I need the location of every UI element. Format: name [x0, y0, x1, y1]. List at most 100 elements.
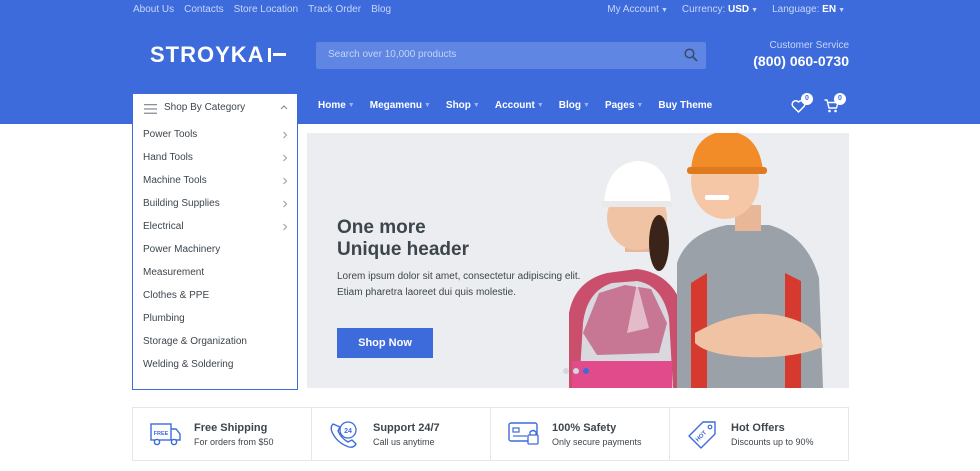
hero-slider: One more Unique header Lorem ipsum dolor…	[307, 133, 849, 388]
category-item-electrical[interactable]: Electrical	[143, 221, 184, 232]
feature-title: Free Shipping	[194, 422, 268, 434]
language-dropdown[interactable]: Language: EN ▼	[772, 4, 845, 15]
category-item-power-machinery[interactable]: Power Machinery	[143, 244, 220, 255]
category-item-clothes-ppe[interactable]: Clothes & PPE	[143, 290, 209, 301]
nav-item-label: Shop	[445, 100, 471, 111]
chevron-down-icon: ▼	[751, 7, 759, 14]
feature-title: 100% Safety	[552, 422, 617, 434]
chevron-right-icon	[283, 154, 288, 162]
site-logo[interactable]: STROYKA	[150, 42, 287, 68]
chevron-right-icon	[283, 200, 288, 208]
customer-service-phone[interactable]: (800) 060-0730	[753, 53, 849, 69]
feature-subtitle: For orders from $50	[194, 437, 274, 447]
category-item-storage-organization[interactable]: Storage & Organization	[143, 336, 247, 347]
nav-item-label: Pages	[604, 100, 635, 111]
nav-item-account[interactable]: Account ▼	[495, 100, 544, 111]
chevron-right-icon	[283, 131, 288, 139]
cart-count-badge: 0	[834, 93, 846, 105]
slider-dot-2[interactable]	[573, 368, 579, 374]
shop-now-button[interactable]: Shop Now	[337, 328, 433, 358]
category-item-machine-tools[interactable]: Machine Tools	[143, 175, 207, 186]
nav-item-home[interactable]: Home ▼	[318, 100, 355, 111]
feature-subtitle: Only secure payments	[552, 437, 642, 447]
nav-item-pages[interactable]: Pages ▼	[605, 100, 643, 111]
feature-hot-offers: HOT Hot Offers Discounts up to 90%	[670, 408, 848, 460]
hero-title: One more Unique header	[337, 217, 537, 261]
my-account-dropdown[interactable]: My Account ▼	[607, 4, 668, 15]
site-header: About Us Contacts Store Location Track O…	[0, 0, 980, 124]
cart-button[interactable]: 0	[824, 93, 846, 118]
wishlist-count-badge: 0	[801, 93, 813, 105]
shop-by-category-label: Shop By Category	[164, 102, 246, 113]
hero-title-line2: Unique header	[337, 239, 469, 260]
hero-text-line1: Lorem ipsum dolor sit amet, consectetur …	[337, 271, 581, 282]
hero-title-line1: One more	[337, 217, 426, 238]
wishlist-button[interactable]: 0	[791, 93, 813, 118]
chevron-down-icon: ▼	[583, 102, 590, 109]
search-bar: Search over 10,000 products	[316, 42, 706, 69]
secure-card-icon	[508, 422, 539, 445]
nav-item-label: Account	[494, 100, 535, 111]
feature-free-shipping: FREE Free Shipping For orders from $50	[133, 408, 312, 460]
category-item-power-tools[interactable]: Power Tools	[143, 129, 197, 140]
main-nav: Home ▼ Megamenu ▼ Shop ▼ Account ▼ Blog ▼ Pag…	[318, 100, 727, 111]
feature-title: Support 24/7	[373, 422, 440, 434]
customer-service-label: Customer Service	[769, 40, 849, 51]
hero-text: Lorem ipsum dolor sit amet, consectetur …	[337, 269, 607, 301]
slider-dots	[563, 368, 589, 374]
nav-item-shop[interactable]: Shop ▼	[446, 100, 480, 111]
logo-mark-icon	[267, 48, 286, 62]
support-24-text: 24	[344, 428, 352, 435]
search-input[interactable]: Search over 10,000 products	[328, 49, 456, 60]
nav-item-label: Buy Theme	[658, 100, 713, 111]
chevron-down-icon: ▼	[472, 102, 480, 109]
feature-subtitle: Call us anytime	[373, 437, 435, 447]
shop-by-category-button[interactable]: Shop By Category	[132, 93, 298, 124]
feature-support: 24 Support 24/7 Call us anytime	[312, 408, 491, 460]
category-item-plumbing[interactable]: Plumbing	[143, 313, 185, 324]
topbar-link-contacts[interactable]: Contacts	[184, 4, 223, 15]
topbar-link-blog[interactable]: Blog	[371, 4, 391, 15]
chevron-down-icon: ▼	[347, 102, 355, 109]
topbar-settings: My Account ▼ Currency: USD ▼ Language: EN ▼	[607, 4, 845, 15]
currency-dropdown[interactable]: Currency: USD ▼	[682, 4, 758, 15]
feature-subtitle: Discounts up to 90%	[731, 437, 814, 447]
features-bar: FREE Free Shipping For orders from $50 2…	[132, 407, 849, 461]
free-badge-text: FREE	[154, 431, 169, 437]
menu-icon	[144, 104, 157, 114]
topbar-link-store-location[interactable]: Store Location	[234, 4, 299, 15]
category-item-welding-soldering[interactable]: Welding & Soldering	[143, 359, 233, 370]
nav-item-buy-theme[interactable]: Buy Theme	[658, 100, 712, 111]
feature-safety: 100% Safety Only secure payments	[491, 408, 670, 460]
hero-text-line2: Etiam pharetra laoreet dui quis molestie…	[337, 287, 516, 298]
nav-item-megamenu[interactable]: Megamenu ▼	[370, 100, 431, 111]
currency-value: USD	[728, 4, 750, 15]
category-item-building-supplies[interactable]: Building Supplies	[143, 198, 220, 209]
currency-label: Currency:	[681, 4, 726, 15]
logo-text: STROYKA	[150, 42, 265, 67]
chevron-down-icon: ▼	[636, 102, 644, 109]
slider-dot-1[interactable]	[563, 368, 569, 374]
category-item-measurement[interactable]: Measurement	[143, 267, 204, 278]
category-item-hand-tools[interactable]: Hand Tools	[143, 152, 193, 163]
language-value: EN	[822, 4, 837, 15]
my-account-label: My Account	[607, 4, 659, 15]
nav-item-blog[interactable]: Blog ▼	[559, 100, 590, 111]
free-delivery-icon: FREE	[150, 423, 181, 446]
chevron-down-icon: ▼	[423, 102, 431, 109]
topbar-link-about[interactable]: About Us	[133, 4, 174, 15]
chevron-right-icon	[283, 223, 288, 231]
hot-tag-icon: HOT	[688, 421, 716, 449]
hot-tag-text: HOT	[695, 430, 708, 443]
topbar-link-track-order[interactable]: Track Order	[308, 4, 361, 15]
chevron-down-icon: ▼	[536, 102, 544, 109]
nav-item-label: Home	[318, 100, 346, 111]
slider-dot-3[interactable]	[583, 368, 589, 374]
feature-title: Hot Offers	[731, 422, 785, 434]
customer-service: Customer Service (800) 060-0730	[753, 40, 849, 69]
nav-item-label: Megamenu	[369, 100, 422, 111]
search-icon[interactable]	[684, 48, 698, 62]
nav-item-label: Blog	[558, 100, 581, 111]
chevron-right-icon	[283, 177, 288, 185]
chevron-down-icon: ▼	[838, 7, 845, 14]
